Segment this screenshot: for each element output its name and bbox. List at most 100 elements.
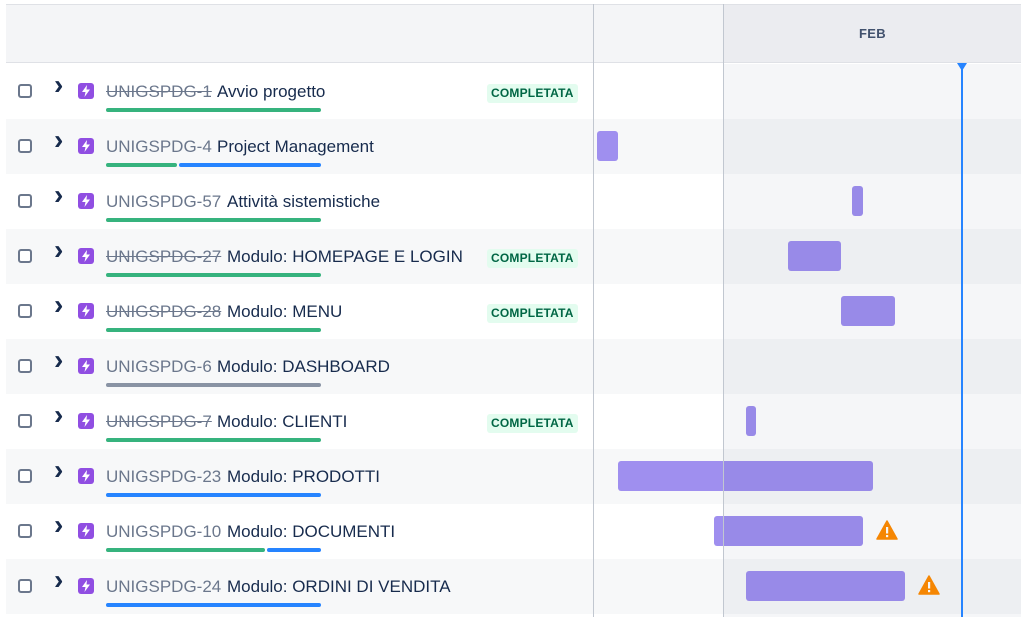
timeline-cell[interactable]: [594, 339, 1021, 394]
issue-summary[interactable]: Modulo: CLIENTI: [217, 412, 347, 432]
progress-bar: [106, 603, 321, 607]
timeline-cell[interactable]: [594, 174, 1021, 229]
progress-bar: [106, 383, 321, 387]
timeline-cell[interactable]: [594, 449, 1021, 504]
table-row[interactable]: UNIGSPDG-24 Modulo: ORDINI DI VENDITA: [6, 559, 1021, 614]
epic-lightning-icon: [78, 193, 94, 209]
issue-cell[interactable]: UNIGSPDG-28 Modulo: MENU COMPLETATA: [6, 284, 594, 339]
schedule-bar[interactable]: [852, 186, 863, 216]
table-row[interactable]: UNIGSPDG-57 Attività sistemistiche: [6, 174, 1021, 229]
chevron-right-icon[interactable]: [53, 515, 67, 541]
month-boundary-line: [723, 4, 724, 617]
issue-cell[interactable]: UNIGSPDG-6Modulo: DASHBOARD: [6, 339, 594, 394]
table-row[interactable]: UNIGSPDG-28 Modulo: MENU COMPLETATA: [6, 284, 1021, 339]
progress-bar: [106, 493, 321, 497]
progress-bar: [106, 163, 321, 167]
progress-done-segment: [106, 438, 321, 442]
table-row[interactable]: UNIGSPDG-23 Modulo: PRODOTTI: [6, 449, 1021, 504]
schedule-bar[interactable]: [746, 406, 756, 436]
table-row[interactable]: UNIGSPDG-4Project Management: [6, 119, 1021, 174]
chevron-right-icon[interactable]: [53, 295, 67, 321]
schedule-bar[interactable]: [788, 241, 841, 271]
issue-cell[interactable]: UNIGSPDG-23 Modulo: PRODOTTI: [6, 449, 594, 504]
issue-cell[interactable]: UNIGSPDG-57 Attività sistemistiche: [6, 174, 594, 229]
schedule-bar[interactable]: [746, 571, 905, 601]
issue-summary[interactable]: Modulo: HOMEPAGE E LOGIN: [227, 247, 463, 267]
issue-key[interactable]: UNIGSPDG-27: [106, 247, 221, 267]
table-row[interactable]: UNIGSPDG-6Modulo: DASHBOARD: [6, 339, 1021, 394]
chevron-right-icon[interactable]: [53, 130, 67, 156]
row-checkbox[interactable]: [18, 139, 32, 153]
issue-key[interactable]: UNIGSPDG-23: [106, 467, 221, 487]
issue-key[interactable]: UNIGSPDG-57: [106, 192, 221, 212]
table-row[interactable]: UNIGSPDG-7Modulo: CLIENTI COMPLETATA: [6, 394, 1021, 449]
timeline-cell[interactable]: [594, 394, 1021, 449]
chevron-right-icon[interactable]: [53, 405, 67, 431]
issue-key[interactable]: UNIGSPDG-1: [106, 82, 212, 102]
row-checkbox[interactable]: [18, 469, 32, 483]
timeline-cell[interactable]: [594, 504, 1021, 559]
chevron-right-icon[interactable]: [53, 240, 67, 266]
month-column-feb: FEB: [724, 5, 1021, 62]
schedule-bar[interactable]: [714, 516, 863, 546]
timeline-cell[interactable]: [594, 559, 1021, 614]
issue-column-header: [6, 5, 594, 62]
issue-summary[interactable]: Modulo: DASHBOARD: [217, 357, 390, 377]
issue-key[interactable]: UNIGSPDG-6: [106, 357, 212, 377]
issue-summary[interactable]: Attività sistemistiche: [227, 192, 380, 212]
issue-summary[interactable]: Modulo: PRODOTTI: [227, 467, 380, 487]
issue-summary[interactable]: Modulo: ORDINI DI VENDITA: [227, 577, 451, 597]
row-checkbox[interactable]: [18, 84, 32, 98]
issue-key[interactable]: UNIGSPDG-24: [106, 577, 221, 597]
roadmap-view: FEB UNIGSPDG-1Avvio progettoCOMPLETATAUN…: [0, 0, 1022, 617]
timeline-cell[interactable]: [594, 229, 1021, 284]
issue-cell[interactable]: UNIGSPDG-1Avvio progetto COMPLETATA: [6, 64, 594, 119]
epic-lightning-icon: [78, 413, 94, 429]
warning-icon[interactable]: [876, 520, 898, 540]
schedule-bar[interactable]: [618, 461, 873, 491]
issue-summary[interactable]: Modulo: MENU: [227, 302, 342, 322]
issue-cell[interactable]: UNIGSPDG-24 Modulo: ORDINI DI VENDITA: [6, 559, 594, 614]
warning-icon[interactable]: [918, 575, 940, 595]
list-timeline-divider[interactable]: [593, 4, 594, 617]
issue-cell[interactable]: UNIGSPDG-7Modulo: CLIENTI COMPLETATA: [6, 394, 594, 449]
row-checkbox[interactable]: [18, 194, 32, 208]
row-checkbox[interactable]: [18, 359, 32, 373]
row-checkbox[interactable]: [18, 579, 32, 593]
issue-cell[interactable]: UNIGSPDG-10 Modulo: DOCUMENTI: [6, 504, 594, 559]
chevron-right-icon[interactable]: [53, 75, 67, 101]
table-row[interactable]: UNIGSPDG-10 Modulo: DOCUMENTI: [6, 504, 1021, 559]
chevron-right-icon[interactable]: [53, 185, 67, 211]
issue-summary[interactable]: Project Management: [217, 137, 374, 157]
issue-key[interactable]: UNIGSPDG-28: [106, 302, 221, 322]
epic-lightning-icon: [78, 578, 94, 594]
issue-cell[interactable]: UNIGSPDG-27 Modulo: HOMEPAGE E LOGIN COMPL…: [6, 229, 594, 284]
issue-cell[interactable]: UNIGSPDG-4Project Management: [6, 119, 594, 174]
schedule-bar[interactable]: [597, 131, 618, 161]
issue-key[interactable]: UNIGSPDG-7: [106, 412, 212, 432]
timeline-cell[interactable]: [594, 119, 1021, 174]
issue-summary[interactable]: Avvio progetto: [217, 82, 325, 102]
timeline-cell[interactable]: [594, 284, 1021, 339]
chevron-right-icon[interactable]: [53, 460, 67, 486]
table-row[interactable]: UNIGSPDG-1Avvio progetto COMPLETATA: [6, 64, 1021, 119]
row-checkbox[interactable]: [18, 304, 32, 318]
progress-in-progress-segment: [179, 163, 321, 167]
epic-lightning-icon: [78, 358, 94, 374]
progress-in-progress-segment: [267, 548, 321, 552]
epic-lightning-icon: [78, 248, 94, 264]
row-checkbox[interactable]: [18, 249, 32, 263]
schedule-bar[interactable]: [841, 296, 895, 326]
epic-lightning-icon: [78, 523, 94, 539]
issue-key[interactable]: UNIGSPDG-10: [106, 522, 221, 542]
table-row[interactable]: UNIGSPDG-27 Modulo: HOMEPAGE E LOGIN COMPL…: [6, 229, 1021, 284]
chevron-right-icon[interactable]: [53, 350, 67, 376]
row-checkbox[interactable]: [18, 414, 32, 428]
progress-bar: [106, 328, 321, 332]
issue-summary[interactable]: Modulo: DOCUMENTI: [227, 522, 395, 542]
issue-key[interactable]: UNIGSPDG-4: [106, 137, 212, 157]
chevron-right-icon[interactable]: [53, 570, 67, 596]
timeline-cell[interactable]: [594, 64, 1021, 119]
progress-in-progress-segment: [106, 603, 321, 607]
row-checkbox[interactable]: [18, 524, 32, 538]
